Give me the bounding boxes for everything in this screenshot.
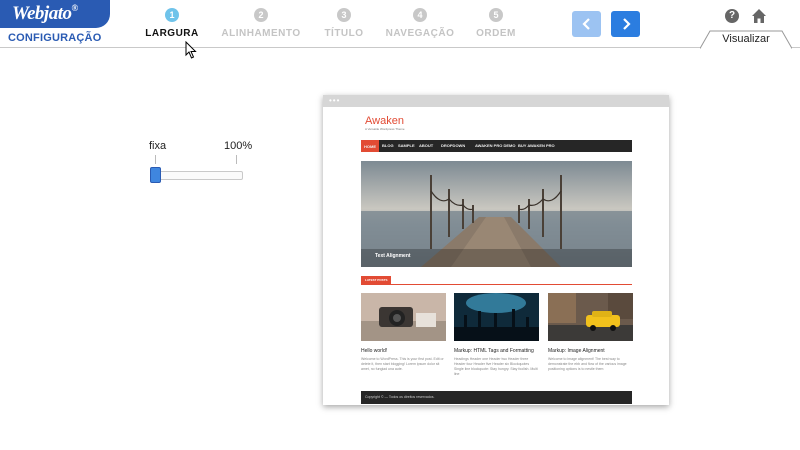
preview-nav-bar: HOME BLOG SAMPLE ABOUT DROPDOWN AWAKEN P… [361,140,632,152]
width-slider-track[interactable] [150,171,243,180]
preview-post-excerpt: Welcome to WordPress. This is your first… [361,357,444,371]
preview-hero-image: Text Alignment [361,161,632,267]
preview-post-card: Markup: HTML Tags and Formatting Heading… [454,293,539,377]
preview-hero-caption: Text Alignment [375,253,411,259]
preview-latest-posts-label: LATEST POSTS [361,276,392,284]
pier-image [361,161,632,267]
logo-registered-mark: ® [71,3,78,13]
previous-step-button[interactable] [572,11,601,37]
width-slider-handle[interactable] [150,167,161,183]
preview-site-title: Awaken [365,115,404,127]
preview-nav-item: BUY AWAKEN PRO [518,143,555,148]
step-number: 1 [165,8,179,22]
preview-nav-item: BLOG [382,143,394,148]
step-label: ORDEM [476,28,516,39]
slider-tick-max [236,155,237,164]
browser-titlebar: ••• [323,95,669,107]
chevron-right-icon [622,18,631,30]
mouse-cursor-icon [185,40,197,59]
preview-nav-item: ABOUT [419,143,434,148]
logo-text: Webjato® [12,3,78,25]
top-toolbar: Webjato® CONFIGURAÇÃO 1 LARGURA 2 ALINHA… [0,0,800,49]
slider-tick-min [155,155,156,164]
home-icon[interactable] [751,8,767,24]
preview-nav-item: AWAKEN PRO DEMO [475,143,516,148]
preview-post-excerpt: Headings Header one Header two Header th… [454,357,538,376]
logo-wordmark: Webjato [12,3,72,24]
preview-section-divider [361,284,632,285]
preview-nav-item: SAMPLE [398,143,415,148]
webjato-logo[interactable]: Webjato® [0,0,110,28]
step-number: 3 [337,8,351,22]
next-step-button[interactable] [611,11,640,37]
step-largura[interactable]: 1 LARGURA [122,8,222,39]
configuration-label: CONFIGURAÇÃO [8,32,102,44]
layout-preview: ••• Awaken A Versatile Wordpress Theme H… [323,95,669,405]
visualizar-tab[interactable]: Visualizar [700,30,792,49]
preview-post-title: Hello world! [361,348,388,354]
preview-footer-text: Copyright © — Todos os direitos reservad… [365,395,435,399]
preview-site-tagline: A Versatile Wordpress Theme [365,127,405,131]
preview-post-card: Hello world! Welcome to WordPress. This … [361,293,446,372]
chevron-left-icon [581,18,590,30]
step-number: 5 [489,8,503,22]
preview-post-excerpt: Welcome to image alignment! The best way… [548,357,627,371]
camera-image [361,293,446,341]
taxi-street-image [548,293,633,341]
step-ordem[interactable]: 5 ORDEM [446,8,546,39]
browser-dots-icon: ••• [329,96,341,105]
step-number: 2 [254,8,268,22]
preview-post-title: Markup: HTML Tags and Formatting [454,348,534,354]
preview-nav-item: DROPDOWN [441,143,466,148]
preview-post-card: Markup: Image Alignment Welcome to image… [548,293,633,372]
slider-min-label: fixa [149,140,167,152]
slider-max-label: 100% [224,140,253,152]
concert-image [454,293,539,341]
step-number: 4 [413,8,427,22]
step-label: LARGURA [145,28,199,39]
preview-footer: Copyright © — Todos os direitos reservad… [361,391,632,404]
help-icon[interactable]: ? [725,9,739,23]
preview-nav-item: HOME [361,140,379,152]
visualizar-label: Visualizar [722,33,770,45]
page: Webjato® CONFIGURAÇÃO 1 LARGURA 2 ALINHA… [0,0,800,450]
preview-post-title: Markup: Image Alignment [548,348,605,354]
